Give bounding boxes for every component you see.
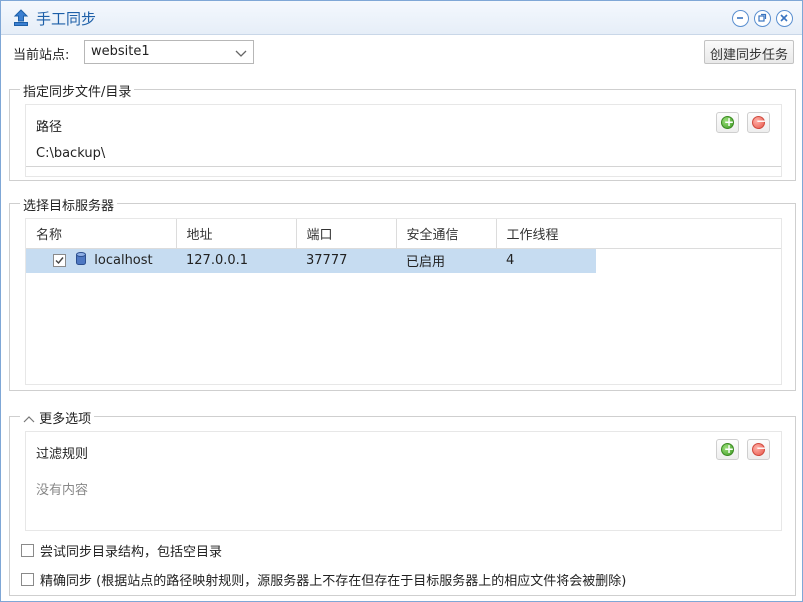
more-options-fieldset: 更多选项 过滤规则 + − 没有内容 (9, 408, 796, 596)
minus-icon: − (752, 442, 766, 456)
column-header-secure[interactable]: 安全通信 (396, 219, 497, 249)
column-header-threads[interactable]: 工作线程 (496, 219, 596, 249)
server-checkbox[interactable] (53, 254, 66, 268)
site-select-value: website1 (91, 44, 150, 59)
sync-dir-checkbox[interactable] (21, 544, 34, 557)
table-header-filler (596, 219, 781, 249)
server-icon (76, 252, 87, 269)
server-secure: 已启用 (396, 248, 496, 273)
server-legend: 选择目标服务器 (20, 195, 118, 214)
table-row[interactable]: localhost 127.0.0.1 37777 已启用 4 (26, 248, 596, 273)
path-fieldset: 指定同步文件/目录 路径 + − C:\backup\ (9, 81, 796, 181)
title-bar: 手工同步 (1, 1, 802, 35)
minimize-button[interactable] (732, 10, 749, 27)
remove-filter-button[interactable]: − (747, 439, 770, 460)
path-list: 路径 + − C:\backup\ (25, 104, 782, 177)
server-threads: 4 (496, 248, 596, 273)
option-exact-sync-label: 精确同步 (根据站点的路径映射规则，源服务器上不存在但存在于目标服务器上的相应文… (40, 574, 627, 589)
server-table: 名称 地址 端口 安全通信 工作线程 localhost 127.0.0.1 3… (26, 219, 596, 273)
add-path-button[interactable]: + (716, 112, 739, 133)
path-header: 路径 (36, 120, 63, 135)
option-exact-sync[interactable]: 精确同步 (根据站点的路径映射规则，源服务器上不存在但存在于目标服务器上的相应文… (21, 570, 626, 589)
option-sync-dir-structure[interactable]: 尝试同步目录结构，包括空目录 (21, 541, 222, 560)
server-address: 127.0.0.1 (176, 248, 296, 273)
minus-icon: − (752, 115, 766, 129)
path-legend: 指定同步文件/目录 (20, 81, 135, 100)
column-header-address[interactable]: 地址 (176, 219, 297, 249)
chevron-up-icon (23, 412, 35, 427)
path-row[interactable]: C:\backup\ (26, 139, 781, 167)
filter-empty-text: 没有内容 (36, 483, 89, 498)
restore-button[interactable] (754, 10, 771, 27)
more-options-legend: 更多选项 (39, 412, 92, 427)
sync-dialog: 手工同步 当前站点: website1 创建同步任务 指定同步文件/目录 路径 … (0, 0, 803, 602)
server-fieldset: 选择目标服务器 名称 地址 端口 安全通信 工作线程 localhost 127… (9, 195, 796, 391)
server-table-container: 名称 地址 端口 安全通信 工作线程 localhost 127.0.0.1 3… (25, 218, 782, 385)
filter-header: 过滤规则 (36, 447, 89, 462)
upload-icon (13, 9, 29, 27)
server-port: 37777 (296, 248, 396, 273)
option-sync-dir-label: 尝试同步目录结构，包括空目录 (40, 545, 223, 560)
filter-rules-list: 过滤规则 + − 没有内容 (25, 431, 782, 531)
remove-path-button[interactable]: − (747, 112, 770, 133)
add-filter-button[interactable]: + (716, 439, 739, 460)
site-label: 当前站点: (13, 48, 70, 63)
server-name: localhost (94, 253, 153, 269)
plus-icon: + (721, 443, 734, 456)
column-header-name[interactable]: 名称 (26, 219, 177, 249)
close-button[interactable] (776, 10, 793, 27)
plus-icon: + (721, 116, 734, 129)
site-select[interactable]: website1 (84, 40, 254, 64)
more-options-toggle[interactable]: 更多选项 (20, 408, 95, 427)
column-header-port[interactable]: 端口 (296, 219, 397, 249)
create-sync-task-button[interactable]: 创建同步任务 (704, 40, 794, 64)
chevron-down-icon (235, 47, 247, 62)
path-value: C:\backup\ (36, 146, 106, 161)
exact-sync-checkbox[interactable] (21, 573, 34, 586)
window-title: 手工同步 (36, 10, 97, 28)
